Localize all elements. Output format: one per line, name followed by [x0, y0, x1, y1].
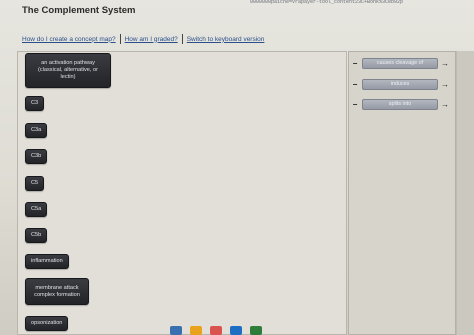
- link-label-splits-into[interactable]: splits into: [362, 99, 438, 110]
- taskbar-app-icon[interactable]: [250, 326, 262, 335]
- page-title: The Complement System: [22, 5, 136, 16]
- concept-c5[interactable]: C5: [25, 176, 45, 191]
- taskbar-app-icon[interactable]: [190, 326, 202, 335]
- taskbar-app-icon[interactable]: [210, 326, 222, 335]
- screen: 0000000paiche=Vrapayer-tool_content23C+B…: [0, 0, 474, 335]
- arrow-right-icon[interactable]: →: [440, 100, 450, 109]
- address-bar-text[interactable]: 0000000paiche=Vrapayer-tool_content23C+B…: [250, 0, 474, 5]
- link-divider: [119, 34, 121, 44]
- taskbar: [170, 326, 370, 335]
- link-label-induces[interactable]: induces: [362, 79, 438, 90]
- help-link-create-map[interactable]: How do I create a concept map?: [22, 36, 116, 43]
- arrow-right-icon[interactable]: →: [440, 80, 450, 89]
- help-link-grading[interactable]: How am I graded?: [125, 36, 178, 43]
- help-links: How do I create a concept map? How am I …: [22, 33, 264, 45]
- minus-icon[interactable]: −: [350, 100, 360, 109]
- minus-icon[interactable]: −: [350, 80, 360, 89]
- arrow-right-icon[interactable]: →: [440, 59, 450, 68]
- minus-icon[interactable]: −: [350, 59, 360, 68]
- concept-opsonization[interactable]: opsonization: [25, 316, 69, 331]
- taskbar-app-icon[interactable]: [170, 326, 182, 335]
- concept-c5a[interactable]: C5a: [25, 202, 48, 217]
- link-label-row: − splits into →: [350, 98, 450, 111]
- link-label-row: − causes cleavage of →: [350, 57, 450, 70]
- panel-scroll-area[interactable]: [456, 51, 474, 335]
- taskbar-app-icon[interactable]: [230, 326, 242, 335]
- concept-c5b[interactable]: C5b: [25, 228, 48, 243]
- link-labels-panel: [348, 51, 456, 335]
- concept-c3b[interactable]: C3b: [25, 149, 48, 164]
- link-divider: [181, 34, 183, 44]
- concept-c3a[interactable]: C3a: [25, 123, 48, 138]
- link-label-causes-cleavage[interactable]: causes cleavage of: [362, 58, 438, 69]
- concept-membrane-attack[interactable]: membrane attack complex formation: [25, 278, 89, 305]
- concept-activation-pathway[interactable]: an activation pathway (classical, altern…: [25, 53, 111, 88]
- concept-c3[interactable]: C3: [25, 96, 45, 111]
- concept-inflammation[interactable]: inflammation: [25, 254, 69, 269]
- keyboard-version-link[interactable]: Switch to keyboard version: [187, 36, 265, 43]
- link-label-row: − induces →: [350, 78, 450, 91]
